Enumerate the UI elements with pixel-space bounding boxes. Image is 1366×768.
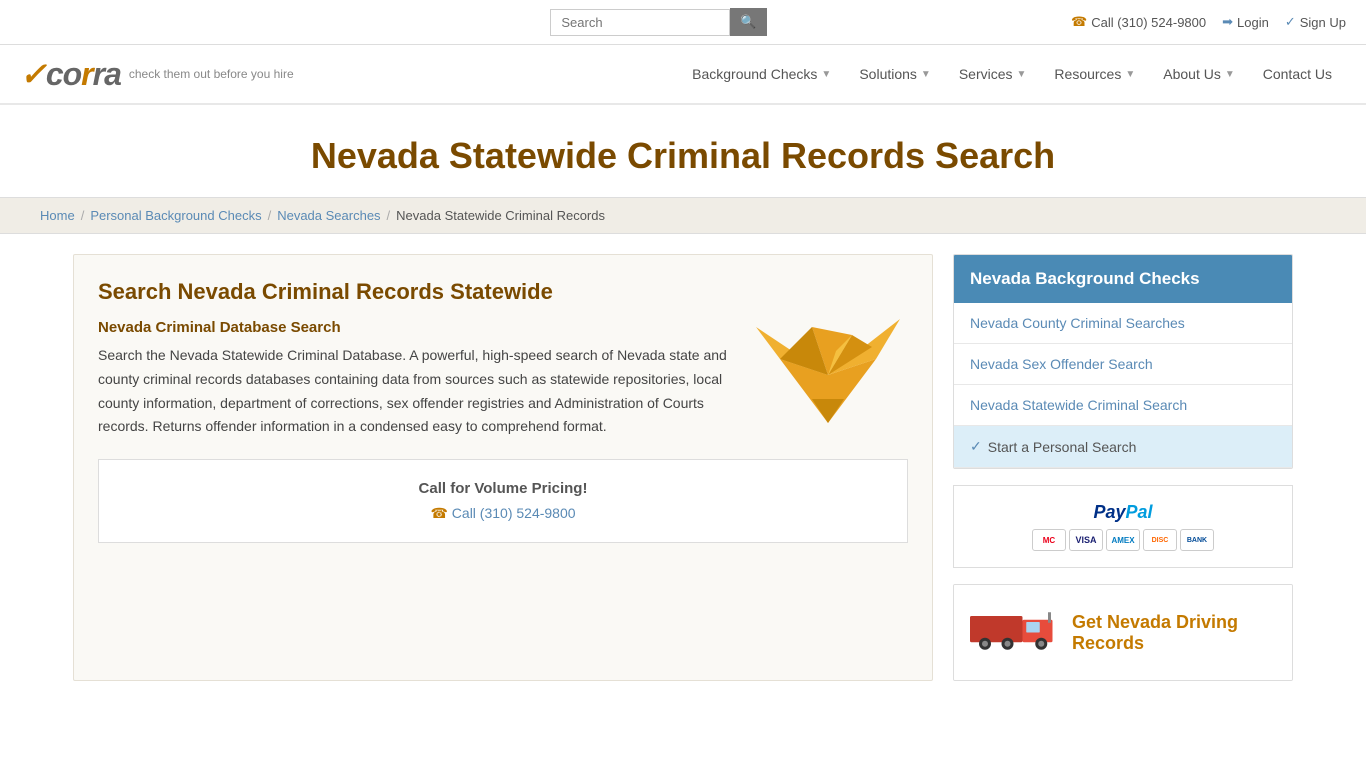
phone-text: Call (310) 524-9800 xyxy=(1091,15,1206,30)
sidebar-link-start-search[interactable]: ✓ Start a Personal Search xyxy=(954,426,1292,467)
breadcrumb-personal-bg[interactable]: Personal Background Checks xyxy=(90,208,261,223)
search-input[interactable] xyxy=(550,9,730,36)
caret-icon: ▼ xyxy=(1125,69,1135,80)
card-icons: MC VISA AMEX DISC BANK xyxy=(970,529,1276,551)
list-item: Nevada Statewide Criminal Search xyxy=(954,385,1292,426)
breadcrumb-current: Nevada Statewide Criminal Records xyxy=(396,208,605,223)
nav-about-us[interactable]: About Us ▼ xyxy=(1149,58,1249,90)
paypal-logo: PayPal xyxy=(970,502,1276,523)
sidebar-link-sex-offender[interactable]: Nevada Sex Offender Search xyxy=(954,344,1292,384)
nav-services[interactable]: Services ▼ xyxy=(945,58,1041,90)
phone-link[interactable]: ☎ Call (310) 524-9800 xyxy=(1071,14,1206,30)
nav-background-checks[interactable]: Background Checks ▼ xyxy=(678,58,845,90)
logo-tagline: check them out before you hire xyxy=(129,67,294,81)
discover-icon: DISC xyxy=(1143,529,1177,551)
sidebar: Nevada Background Checks Nevada County C… xyxy=(953,254,1293,681)
logo-area: ✓corra check them out before you hire xyxy=(20,55,320,93)
sidebar-header: Nevada Background Checks xyxy=(954,255,1292,303)
caret-icon: ▼ xyxy=(921,69,931,80)
login-icon: ➡ xyxy=(1222,14,1233,30)
main-content: Search Nevada Criminal Records Statewide… xyxy=(33,234,1333,701)
call-number-link[interactable]: Call (310) 524-9800 xyxy=(452,505,576,521)
breadcrumb-home[interactable]: Home xyxy=(40,208,75,223)
bird-area xyxy=(748,279,908,442)
caret-icon: ▼ xyxy=(821,69,831,80)
sidebar-link-statewide-criminal[interactable]: Nevada Statewide Criminal Search xyxy=(954,385,1292,425)
paypal-area: PayPal MC VISA AMEX DISC BANK xyxy=(953,485,1293,568)
bank-icon: BANK xyxy=(1180,529,1214,551)
driving-content: Get Nevada Driving Records xyxy=(954,585,1292,680)
logo-check-icon: ✓ xyxy=(20,56,46,92)
breadcrumb-sep: / xyxy=(387,208,391,223)
sidebar-bg-checks-box: Nevada Background Checks Nevada County C… xyxy=(953,254,1293,469)
call-phone-icon: ☎ xyxy=(430,505,447,521)
driving-records-box: Get Nevada Driving Records xyxy=(953,584,1293,681)
truck-icon-area xyxy=(970,601,1060,664)
driving-records-title: Get Nevada Driving Records xyxy=(1072,612,1276,654)
call-box-title: Call for Volume Pricing! xyxy=(119,480,887,497)
list-item: Nevada County Criminal Searches xyxy=(954,303,1292,344)
nav-solutions[interactable]: Solutions ▼ xyxy=(845,58,945,90)
search-button[interactable]: 🔍 xyxy=(730,8,766,36)
sidebar-links-list: Nevada County Criminal Searches Nevada S… xyxy=(954,303,1292,468)
start-search-icon: ✓ xyxy=(970,438,982,455)
breadcrumb: Home / Personal Background Checks / Neva… xyxy=(40,208,1326,223)
amex-icon: AMEX xyxy=(1106,529,1140,551)
breadcrumb-nevada-searches[interactable]: Nevada Searches xyxy=(277,208,380,223)
content-left: Search Nevada Criminal Records Statewide… xyxy=(73,254,933,681)
truck-icon xyxy=(970,601,1060,661)
breadcrumb-sep: / xyxy=(81,208,85,223)
page-title-area: Nevada Statewide Criminal Records Search xyxy=(0,105,1366,197)
call-box-number[interactable]: ☎ Call (310) 524-9800 xyxy=(119,505,887,522)
logo: ✓corra xyxy=(20,55,121,93)
caret-icon: ▼ xyxy=(1017,69,1027,80)
caret-icon: ▼ xyxy=(1225,69,1235,80)
breadcrumb-bar: Home / Personal Background Checks / Neva… xyxy=(0,197,1366,234)
sidebar-link-county-criminal[interactable]: Nevada County Criminal Searches xyxy=(954,303,1292,343)
signup-text: Sign Up xyxy=(1300,15,1346,30)
visa-icon: VISA xyxy=(1069,529,1103,551)
page-title: Nevada Statewide Criminal Records Search xyxy=(20,135,1346,177)
list-item: Nevada Sex Offender Search xyxy=(954,344,1292,385)
search-area: 🔍 xyxy=(550,8,766,36)
breadcrumb-sep: / xyxy=(268,208,272,223)
list-item-cta: ✓ Start a Personal Search xyxy=(954,426,1292,468)
main-nav: Background Checks ▼ Solutions ▼ Services… xyxy=(320,58,1346,90)
signup-icon: ✓ xyxy=(1285,14,1296,30)
header: ✓corra check them out before you hire Ba… xyxy=(0,45,1366,105)
signup-link[interactable]: ✓ Sign Up xyxy=(1285,14,1346,30)
origami-bird-image xyxy=(748,279,908,439)
phone-icon: ☎ xyxy=(1071,14,1087,30)
call-box: Call for Volume Pricing! ☎ Call (310) 52… xyxy=(98,459,908,543)
nav-contact-us[interactable]: Contact Us xyxy=(1249,58,1346,90)
nav-resources[interactable]: Resources ▼ xyxy=(1040,58,1149,90)
login-text: Login xyxy=(1237,15,1269,30)
login-link[interactable]: ➡ Login xyxy=(1222,14,1269,30)
mastercard-icon: MC xyxy=(1032,529,1066,551)
top-bar: 🔍 ☎ Call (310) 524-9800 ➡ Login ✓ Sign U… xyxy=(0,0,1366,45)
